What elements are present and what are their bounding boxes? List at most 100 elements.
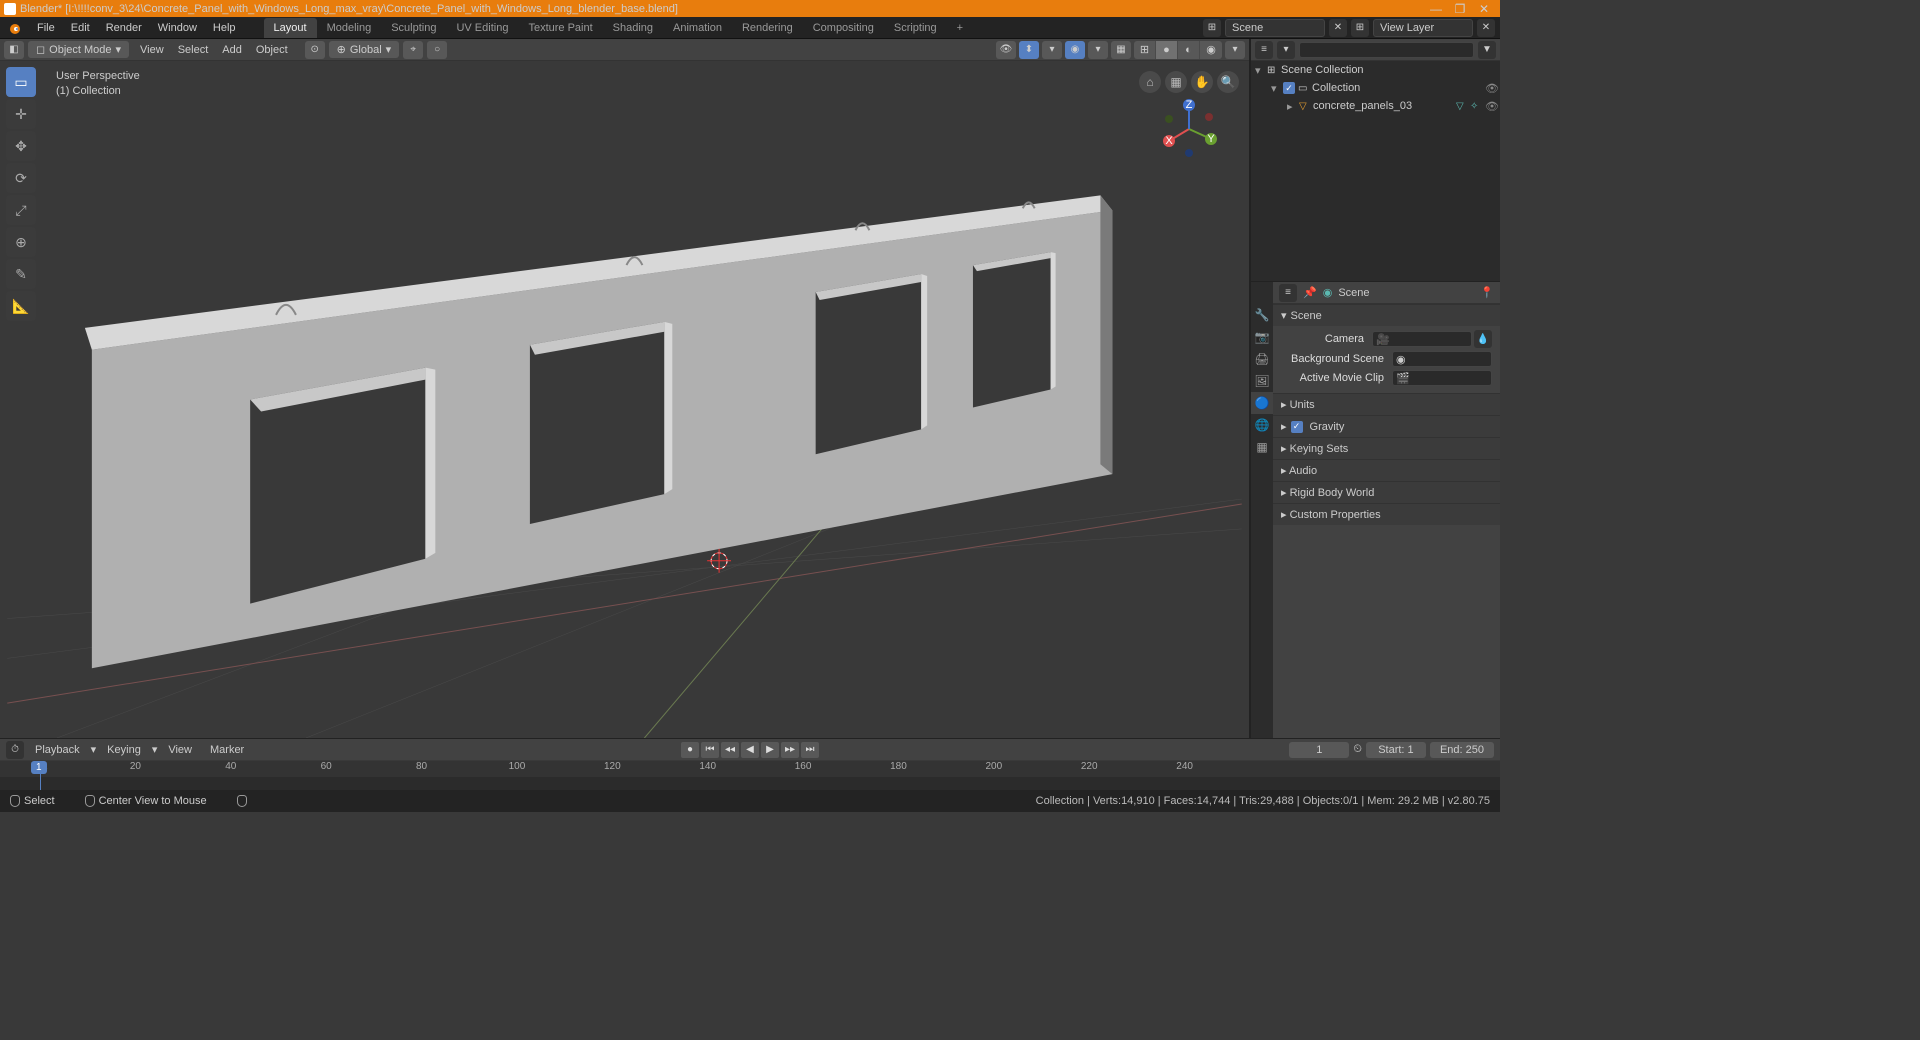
- outliner[interactable]: ▾⊞ Scene Collection ▾ ✓ ▭ Collection 👁 ▸…: [1251, 61, 1500, 281]
- viewlayer-name-input[interactable]: View Layer: [1373, 19, 1473, 37]
- gizmo-options-icon[interactable]: ▾: [1042, 41, 1062, 59]
- timeline-marker-menu[interactable]: Marker: [203, 742, 251, 758]
- section-units[interactable]: ▸ Units: [1273, 394, 1500, 415]
- tool-select-box[interactable]: ▭: [6, 67, 36, 97]
- viewport-menu-add[interactable]: Add: [215, 42, 249, 58]
- visibility-eye-icon[interactable]: 👁: [1484, 100, 1500, 113]
- current-frame-input[interactable]: 1: [1289, 742, 1349, 758]
- camera-field[interactable]: 🎥: [1372, 331, 1472, 347]
- timeline-keying-menu[interactable]: Keying: [100, 742, 148, 758]
- nav-zoom-icon[interactable]: 🔍: [1217, 71, 1239, 93]
- menu-help[interactable]: Help: [205, 19, 244, 37]
- menu-render[interactable]: Render: [98, 19, 150, 37]
- prop-tab-viewlayer[interactable]: 🖼: [1251, 370, 1273, 392]
- workspace-tab-sculpting[interactable]: Sculpting: [381, 18, 446, 38]
- shading-material-icon[interactable]: ◐: [1178, 41, 1200, 59]
- workspace-tab-uv-editing[interactable]: UV Editing: [446, 18, 518, 38]
- workspace-tab-shading[interactable]: Shading: [603, 18, 663, 38]
- outliner-scene-collection[interactable]: ▾⊞ Scene Collection: [1251, 61, 1500, 79]
- visibility-icon[interactable]: 👁: [996, 41, 1016, 59]
- nav-camera-icon[interactable]: ⌂: [1139, 71, 1161, 93]
- viewlayer-browse-icon[interactable]: ⊞: [1351, 19, 1369, 37]
- snap-icon[interactable]: ⌖: [403, 41, 423, 59]
- pin-icon[interactable]: 📌: [1303, 286, 1317, 299]
- workspace-tab-animation[interactable]: Animation: [663, 18, 732, 38]
- workspace-tab-modeling[interactable]: Modeling: [317, 18, 382, 38]
- autokey-icon[interactable]: ●: [681, 742, 699, 758]
- xray-icon[interactable]: ▦: [1111, 41, 1131, 59]
- section-rigid-body-world[interactable]: ▸ Rigid Body World: [1273, 482, 1500, 503]
- editor-type-icon[interactable]: ◧: [4, 41, 24, 59]
- section-keying-sets[interactable]: ▸ Keying Sets: [1273, 438, 1500, 459]
- scene-browse-icon[interactable]: ⊞: [1203, 19, 1221, 37]
- prop-tab-collection[interactable]: ▦: [1251, 436, 1273, 458]
- prop-tab-tool[interactable]: 🔧: [1251, 304, 1273, 326]
- nav-pan-icon[interactable]: ✋: [1191, 71, 1213, 93]
- tool-move[interactable]: ✥: [6, 131, 36, 161]
- tool-scale[interactable]: ⤢: [6, 195, 36, 225]
- workspace-tab-scripting[interactable]: Scripting: [884, 18, 947, 38]
- play-icon[interactable]: ▶: [761, 742, 779, 758]
- range-icon[interactable]: ⏲: [1353, 743, 1362, 756]
- properties-editor-icon[interactable]: ≡: [1279, 284, 1297, 302]
- section-scene[interactable]: ▾ Scene: [1273, 305, 1500, 326]
- viewport-3d[interactable]: User Perspective (1) Collection ▭ ✛ ✥ ⟳ …: [0, 61, 1249, 738]
- shading-rendered-icon[interactable]: ◉: [1200, 41, 1222, 59]
- shading-solid-icon[interactable]: ●: [1156, 41, 1178, 59]
- outliner-editor-icon[interactable]: ≡: [1255, 41, 1273, 59]
- tool-measure[interactable]: 📐: [6, 291, 36, 321]
- scene-name-input[interactable]: Scene: [1225, 19, 1325, 37]
- viewport-menu-view[interactable]: View: [133, 42, 171, 58]
- keyframe-next-icon[interactable]: ▸▸: [781, 742, 799, 758]
- pin-toggle-icon[interactable]: 📍: [1480, 286, 1494, 299]
- overlay-toggle-icon[interactable]: ◉: [1065, 41, 1085, 59]
- section-gravity[interactable]: ▸ ✓Gravity: [1273, 416, 1500, 437]
- tool-transform[interactable]: ⊕: [6, 227, 36, 257]
- section-custom-properties[interactable]: ▸ Custom Properties: [1273, 504, 1500, 525]
- workspace-tab-rendering[interactable]: Rendering: [732, 18, 803, 38]
- bgscene-field[interactable]: ◉: [1392, 351, 1492, 367]
- jump-end-icon[interactable]: ⏭: [801, 742, 819, 758]
- viewlayer-new-button[interactable]: ✕: [1477, 19, 1495, 37]
- prop-tab-output[interactable]: 🖨: [1251, 348, 1273, 370]
- prop-tab-world[interactable]: 🌐: [1251, 414, 1273, 436]
- maximize-button[interactable]: ❐: [1448, 2, 1472, 16]
- tool-cursor[interactable]: ✛: [6, 99, 36, 129]
- nav-grid-icon[interactable]: ▦: [1165, 71, 1187, 93]
- viewport-menu-select[interactable]: Select: [171, 42, 216, 58]
- minimize-button[interactable]: ―: [1424, 2, 1448, 16]
- workspace-tab-compositing[interactable]: Compositing: [803, 18, 884, 38]
- menu-edit[interactable]: Edit: [63, 19, 98, 37]
- collection-checkbox-icon[interactable]: ✓: [1283, 82, 1295, 94]
- menu-file[interactable]: File: [29, 19, 63, 37]
- visibility-eye-icon[interactable]: 👁: [1484, 82, 1500, 95]
- section-audio[interactable]: ▸ Audio: [1273, 460, 1500, 481]
- blender-logo-icon[interactable]: [5, 19, 23, 37]
- viewport-menu-object[interactable]: Object: [249, 42, 295, 58]
- jump-start-icon[interactable]: ⏮: [701, 742, 719, 758]
- axis-gizmo[interactable]: X Y Z: [1159, 99, 1219, 159]
- prop-tab-scene[interactable]: 🔵: [1251, 392, 1273, 414]
- pivot-icon[interactable]: ⊙: [305, 41, 325, 59]
- tool-annotate[interactable]: ✎: [6, 259, 36, 289]
- prop-tab-render[interactable]: 📷: [1251, 326, 1273, 348]
- outliner-object-row[interactable]: ▸ ▽ concrete_panels_03 ▽ ✧ 👁: [1251, 97, 1500, 115]
- timeline-playback-menu[interactable]: Playback: [28, 742, 87, 758]
- proportional-edit-icon[interactable]: ○: [427, 41, 447, 59]
- menu-window[interactable]: Window: [150, 19, 205, 37]
- close-button[interactable]: ✕: [1472, 2, 1496, 16]
- gizmo-toggle-icon[interactable]: ⬍: [1019, 41, 1039, 59]
- workspace-tab-layout[interactable]: Layout: [264, 18, 317, 38]
- timeline-ruler[interactable]: 120406080100120140160180200220240 1: [0, 760, 1500, 790]
- orientation-dropdown[interactable]: ⊕ Global ▾: [329, 41, 400, 58]
- scene-new-button[interactable]: ✕: [1329, 19, 1347, 37]
- playhead[interactable]: 1: [40, 761, 41, 790]
- timeline-view-menu[interactable]: View: [161, 742, 199, 758]
- outliner-filter-icon[interactable]: ▼: [1478, 41, 1496, 59]
- outliner-search-input[interactable]: [1299, 42, 1474, 58]
- shading-wireframe-icon[interactable]: ⊞: [1134, 41, 1156, 59]
- gravity-checkbox-icon[interactable]: ✓: [1291, 421, 1303, 433]
- overlay-options-icon[interactable]: ▾: [1088, 41, 1108, 59]
- play-reverse-icon[interactable]: ◀: [741, 742, 759, 758]
- workspace-add-button[interactable]: +: [947, 18, 973, 38]
